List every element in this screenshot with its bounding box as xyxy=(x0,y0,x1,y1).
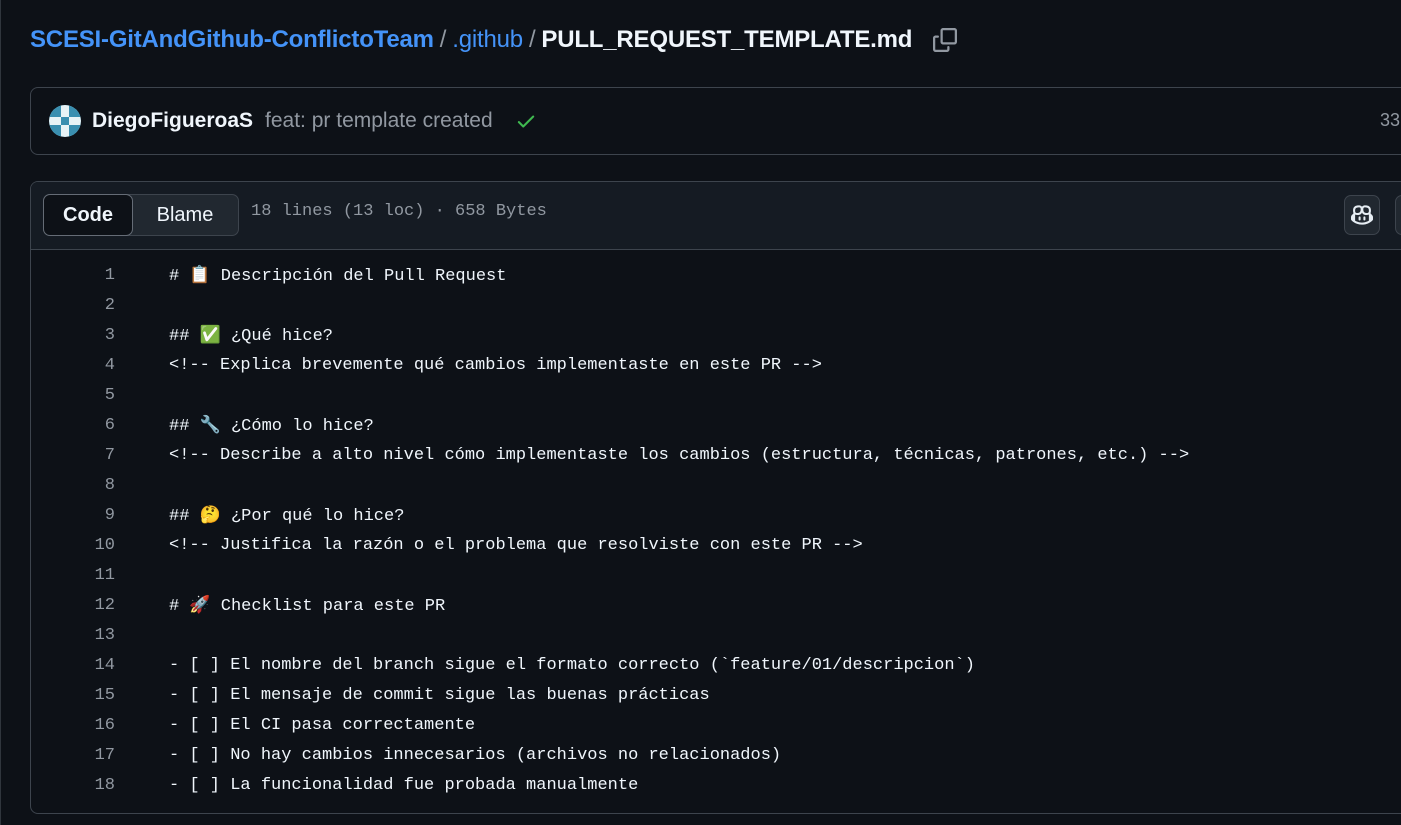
file-viewer: Code Blame 18 lines (13 loc) · 658 Bytes… xyxy=(30,181,1401,814)
line-number[interactable]: 13 xyxy=(31,626,115,645)
code-line: 10 <!-- Justifica la razón o el problema … xyxy=(31,530,1401,560)
code-line: 9 ## 🤔 ¿Por qué lo hice? xyxy=(31,500,1401,530)
code-line: 12 # 🚀 Checklist para este PR xyxy=(31,590,1401,620)
copilot-icon xyxy=(1351,205,1373,225)
copy-path-button[interactable] xyxy=(932,27,958,53)
line-number[interactable]: 16 xyxy=(31,716,115,735)
line-number[interactable]: 4 xyxy=(31,356,115,375)
commit-hash[interactable]: 33 xyxy=(1380,110,1400,131)
code-line: 5 xyxy=(31,380,1401,410)
line-number[interactable]: 8 xyxy=(31,476,115,495)
code-line: 7 <!-- Describe a alto nivel cómo impleme… xyxy=(31,440,1401,470)
line-number[interactable]: 1 xyxy=(31,266,115,285)
code-line: 17 - [ ] No hay cambios innecesarios (arc… xyxy=(31,740,1401,770)
code-line: 13 xyxy=(31,620,1401,650)
commit-author-link[interactable]: DiegoFigueroaS xyxy=(92,109,253,133)
code-line: 1 # 📋 Descripción del Pull Request xyxy=(31,260,1401,290)
line-number[interactable]: 15 xyxy=(31,686,115,705)
code-line: 11 xyxy=(31,560,1401,590)
file-info: 18 lines (13 loc) · 658 Bytes xyxy=(251,202,547,221)
line-number[interactable]: 7 xyxy=(31,446,115,465)
breadcrumb-folder-link[interactable]: .github xyxy=(452,26,523,54)
breadcrumb-separator: / xyxy=(439,26,447,53)
code-line: 14 - [ ] El nombre del branch sigue el fo… xyxy=(31,650,1401,680)
latest-commit-bar: DiegoFigueroaS feat: pr template created… xyxy=(30,87,1401,155)
line-number[interactable]: 2 xyxy=(31,296,115,315)
code-line: 15 - [ ] El mensaje de commit sigue las b… xyxy=(31,680,1401,710)
line-content: # 🚀 Checklist para este PR xyxy=(169,596,446,616)
tab-blame[interactable]: Blame xyxy=(133,195,237,235)
tab-code[interactable]: Code xyxy=(43,194,133,236)
view-mode-toggle: Code Blame xyxy=(43,194,239,236)
copilot-button[interactable] xyxy=(1344,195,1380,235)
breadcrumb-repo-link[interactable]: SCESI-GitAndGithub-ConflictoTeam xyxy=(30,26,434,54)
line-content: <!-- Describe a alto nivel cómo implemen… xyxy=(169,445,1190,465)
line-content: # 📋 Descripción del Pull Request xyxy=(169,266,507,286)
copy-icon xyxy=(933,28,958,52)
more-options-button[interactable] xyxy=(1395,195,1401,235)
breadcrumb: SCESI-GitAndGithub-ConflictoTeam / .gith… xyxy=(30,22,958,58)
avatar[interactable] xyxy=(49,105,81,137)
code-line: 8 xyxy=(31,470,1401,500)
line-content: <!-- Explica brevemente qué cambios impl… xyxy=(169,355,822,375)
line-content: - [ ] No hay cambios innecesarios (archi… xyxy=(169,745,782,765)
code-line: 2 xyxy=(31,290,1401,320)
line-content: <!-- Justifica la razón o el problema qu… xyxy=(169,535,863,555)
breadcrumb-separator: / xyxy=(528,26,536,53)
line-content: ## 🤔 ¿Por qué lo hice? xyxy=(169,506,405,526)
line-number[interactable]: 9 xyxy=(31,506,115,525)
code-line: 3 ## ✅ ¿Qué hice? xyxy=(31,320,1401,350)
line-content: ## 🔧 ¿Cómo lo hice? xyxy=(169,416,374,436)
breadcrumb-file-name: PULL_REQUEST_TEMPLATE.md xyxy=(541,26,913,53)
line-content: - [ ] El CI pasa correctamente xyxy=(169,715,476,735)
line-number[interactable]: 18 xyxy=(31,776,115,795)
line-number[interactable]: 6 xyxy=(31,416,115,435)
code-line: 18 - [ ] La funcionalidad fue probada man… xyxy=(31,770,1401,800)
file-header: Code Blame 18 lines (13 loc) · 658 Bytes xyxy=(31,182,1401,250)
line-number[interactable]: 12 xyxy=(31,596,115,615)
line-number[interactable]: 14 xyxy=(31,656,115,675)
line-number[interactable]: 3 xyxy=(31,326,115,345)
code-line: 16 - [ ] El CI pasa correctamente xyxy=(31,710,1401,740)
line-content: ## ✅ ¿Qué hice? xyxy=(169,326,333,346)
code-listing: 1 # 📋 Descripción del Pull Request 2 3 ## ✅ … xyxy=(31,260,1401,800)
line-content: - [ ] La funcionalidad fue probada manua… xyxy=(169,775,639,795)
commit-message-link[interactable]: feat: pr template created xyxy=(265,109,493,133)
line-number[interactable]: 5 xyxy=(31,386,115,405)
avatar-identicon xyxy=(49,105,81,137)
code-line: 6 ## 🔧 ¿Cómo lo hice? xyxy=(31,410,1401,440)
line-content: - [ ] El mensaje de commit sigue las bue… xyxy=(169,685,710,705)
check-icon[interactable] xyxy=(515,110,537,132)
line-number[interactable]: 10 xyxy=(31,536,115,555)
line-number[interactable]: 17 xyxy=(31,746,115,765)
file-view-page: SCESI-GitAndGithub-ConflictoTeam / .gith… xyxy=(0,0,1401,825)
code-line: 4 <!-- Explica brevemente qué cambios imp… xyxy=(31,350,1401,380)
line-number[interactable]: 11 xyxy=(31,566,115,585)
line-content: - [ ] El nombre del branch sigue el form… xyxy=(169,655,975,675)
